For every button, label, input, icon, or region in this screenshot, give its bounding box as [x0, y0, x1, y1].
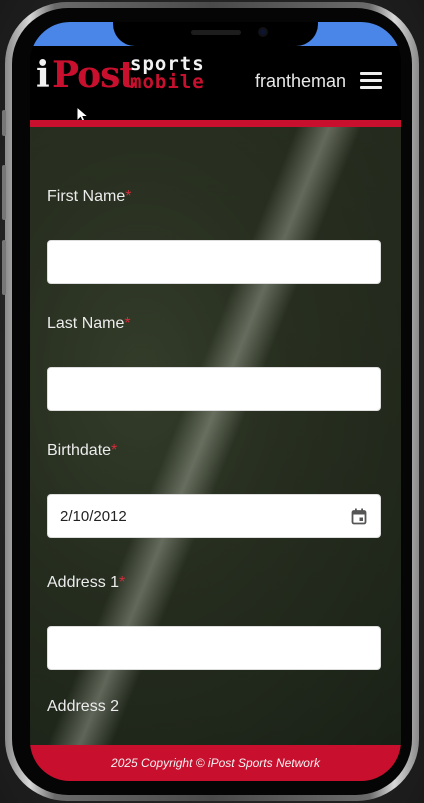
header-accent-bar [30, 120, 401, 127]
ipost-sports-logo[interactable]: i Post sports mobile [36, 52, 206, 102]
logo-mobile: mobile [130, 71, 205, 93]
birthdate-label-text: Birthdate [47, 442, 112, 459]
birthdate-value: 2/10/2012 [60, 508, 127, 525]
hamburger-menu-icon[interactable] [360, 72, 382, 90]
first-name-label: First Name* [47, 187, 131, 207]
first-name-input[interactable] [47, 240, 381, 284]
side-button [2, 165, 6, 220]
username[interactable]: frantheman [255, 70, 346, 92]
last-name-label-text: Last Name [47, 315, 125, 332]
address1-input[interactable] [47, 626, 381, 670]
side-button [2, 110, 6, 136]
speaker [191, 30, 241, 35]
required-asterisk: * [111, 442, 118, 459]
last-name-label: Last Name* [47, 314, 131, 334]
address1-label-text: Address 1 [47, 574, 120, 591]
side-button [2, 240, 6, 295]
address1-label: Address 1* [47, 573, 125, 593]
required-asterisk: * [119, 574, 126, 591]
registration-form: First Name* Last Name* Birthdate* 2/10/2… [30, 127, 401, 745]
phone-mockup: i Post sports mobile frantheman First Na… [0, 0, 424, 803]
phone-screen: i Post sports mobile frantheman First Na… [30, 22, 401, 781]
notch [113, 22, 318, 46]
camera [258, 27, 268, 37]
birthdate-input[interactable]: 2/10/2012 [47, 494, 381, 538]
address2-label: Address 2 [47, 697, 119, 717]
required-asterisk: * [125, 188, 132, 205]
last-name-input[interactable] [47, 367, 381, 411]
logo-i: i [36, 54, 50, 96]
birthdate-label: Birthdate* [47, 441, 117, 461]
app-header: i Post sports mobile frantheman [30, 46, 401, 124]
address2-label-text: Address 2 [47, 698, 120, 715]
first-name-label-text: First Name [47, 188, 126, 205]
calendar-icon[interactable] [351, 508, 367, 525]
logo-post: Post [52, 54, 136, 96]
copyright-text: 2025 Copyright © iPost Sports Network [111, 756, 320, 770]
required-asterisk: * [124, 315, 131, 332]
footer: 2025 Copyright © iPost Sports Network [30, 745, 401, 781]
